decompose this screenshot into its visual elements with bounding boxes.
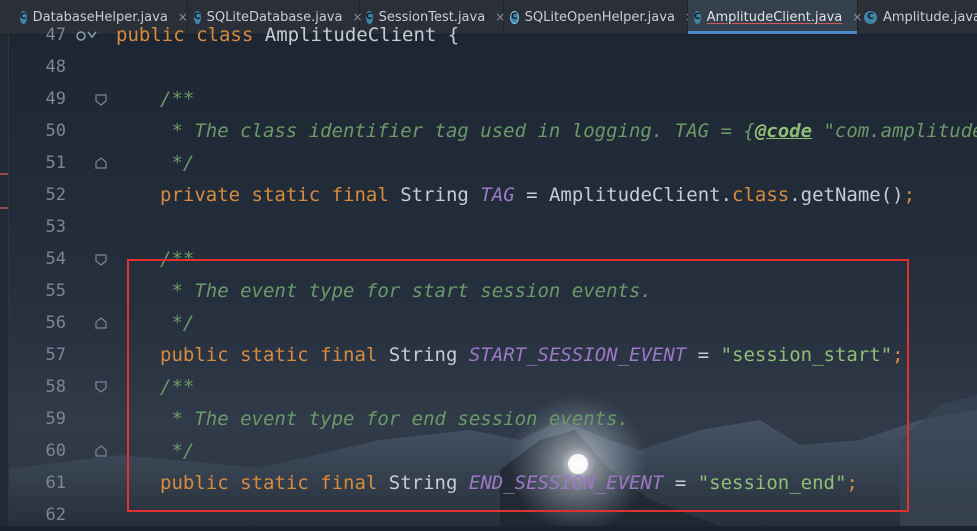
java-class-icon: C	[694, 10, 701, 24]
line-number: 47	[45, 25, 66, 45]
tab-sqliteopenhelper[interactable]: C SQLiteOpenHelper.java ×	[504, 0, 695, 34]
fold-open-icon[interactable]	[95, 381, 107, 393]
code-line-51: */	[160, 152, 195, 174]
line-number: 48	[45, 57, 66, 77]
fold-open-icon[interactable]	[95, 94, 107, 106]
tab-label: AmplitudeClient.java	[706, 9, 843, 25]
tab-amplitudeclient[interactable]: C AmplitudeClient.java ×	[688, 0, 862, 34]
line-number-gutter: 47 48 49 50 51 52 53 54 55 56 57 58 59 6…	[8, 25, 100, 526]
line-number: 55	[45, 281, 66, 301]
code-line-52: private static final String TAG = Amplit…	[160, 184, 916, 206]
fold-close-icon[interactable]	[95, 317, 107, 329]
code-line-50: * The class identifier tag used in loggi…	[160, 120, 977, 142]
change-marker	[0, 207, 8, 209]
line-number: 60	[45, 441, 66, 461]
implements-hierarchy-icon[interactable]	[76, 29, 98, 43]
fold-open-icon[interactable]	[95, 254, 107, 266]
code-line-47: public class AmplitudeClient {	[116, 24, 460, 46]
line-number: 50	[45, 121, 66, 141]
line-number: 54	[45, 249, 66, 269]
tab-label: SQLiteOpenHelper.java	[524, 9, 675, 25]
line-number: 52	[45, 185, 66, 205]
line-number: 62	[45, 505, 66, 525]
java-class-icon: C	[864, 10, 877, 24]
line-number: 53	[45, 217, 66, 237]
line-number: 59	[45, 409, 66, 429]
line-number: 51	[45, 153, 66, 173]
fold-close-icon[interactable]	[95, 445, 107, 457]
line-number: 49	[45, 89, 66, 109]
line-number: 57	[45, 345, 66, 365]
fold-close-icon[interactable]	[95, 157, 107, 169]
red-highlight-annotation-box	[127, 259, 909, 512]
line-number: 56	[45, 313, 66, 333]
code-line-49: /**	[160, 88, 195, 110]
line-number: 58	[45, 377, 66, 397]
change-marker	[0, 173, 8, 175]
tab-label: Amplitude.java	[883, 9, 977, 25]
line-number: 61	[45, 473, 66, 493]
java-class-icon: C	[510, 10, 519, 24]
tab-amplitude[interactable]: C Amplitude.java	[858, 0, 977, 34]
